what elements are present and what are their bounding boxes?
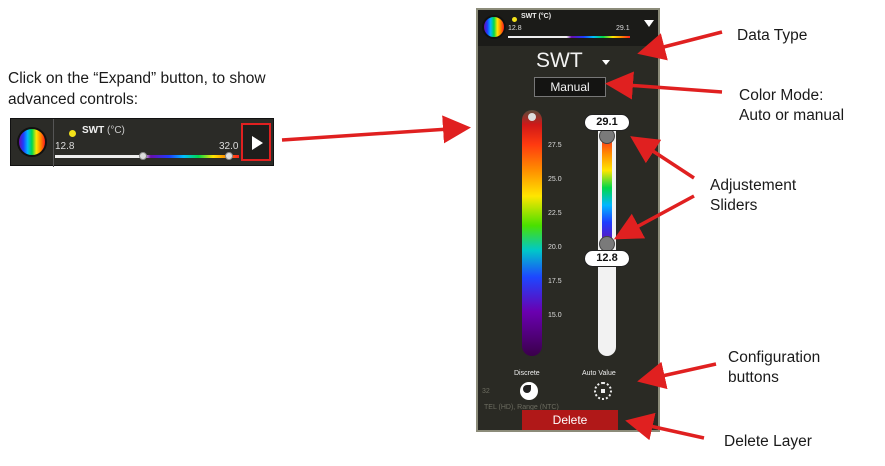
callout-arrows (281, 30, 723, 441)
config-arrow (637, 361, 717, 390)
slider-arrow-bottom (613, 194, 695, 240)
delete-arrow (625, 412, 705, 441)
expand-arrow (281, 115, 471, 144)
data-type-arrow (637, 30, 723, 61)
color-mode-arrow (605, 71, 723, 100)
slider-arrow-top (630, 136, 695, 180)
